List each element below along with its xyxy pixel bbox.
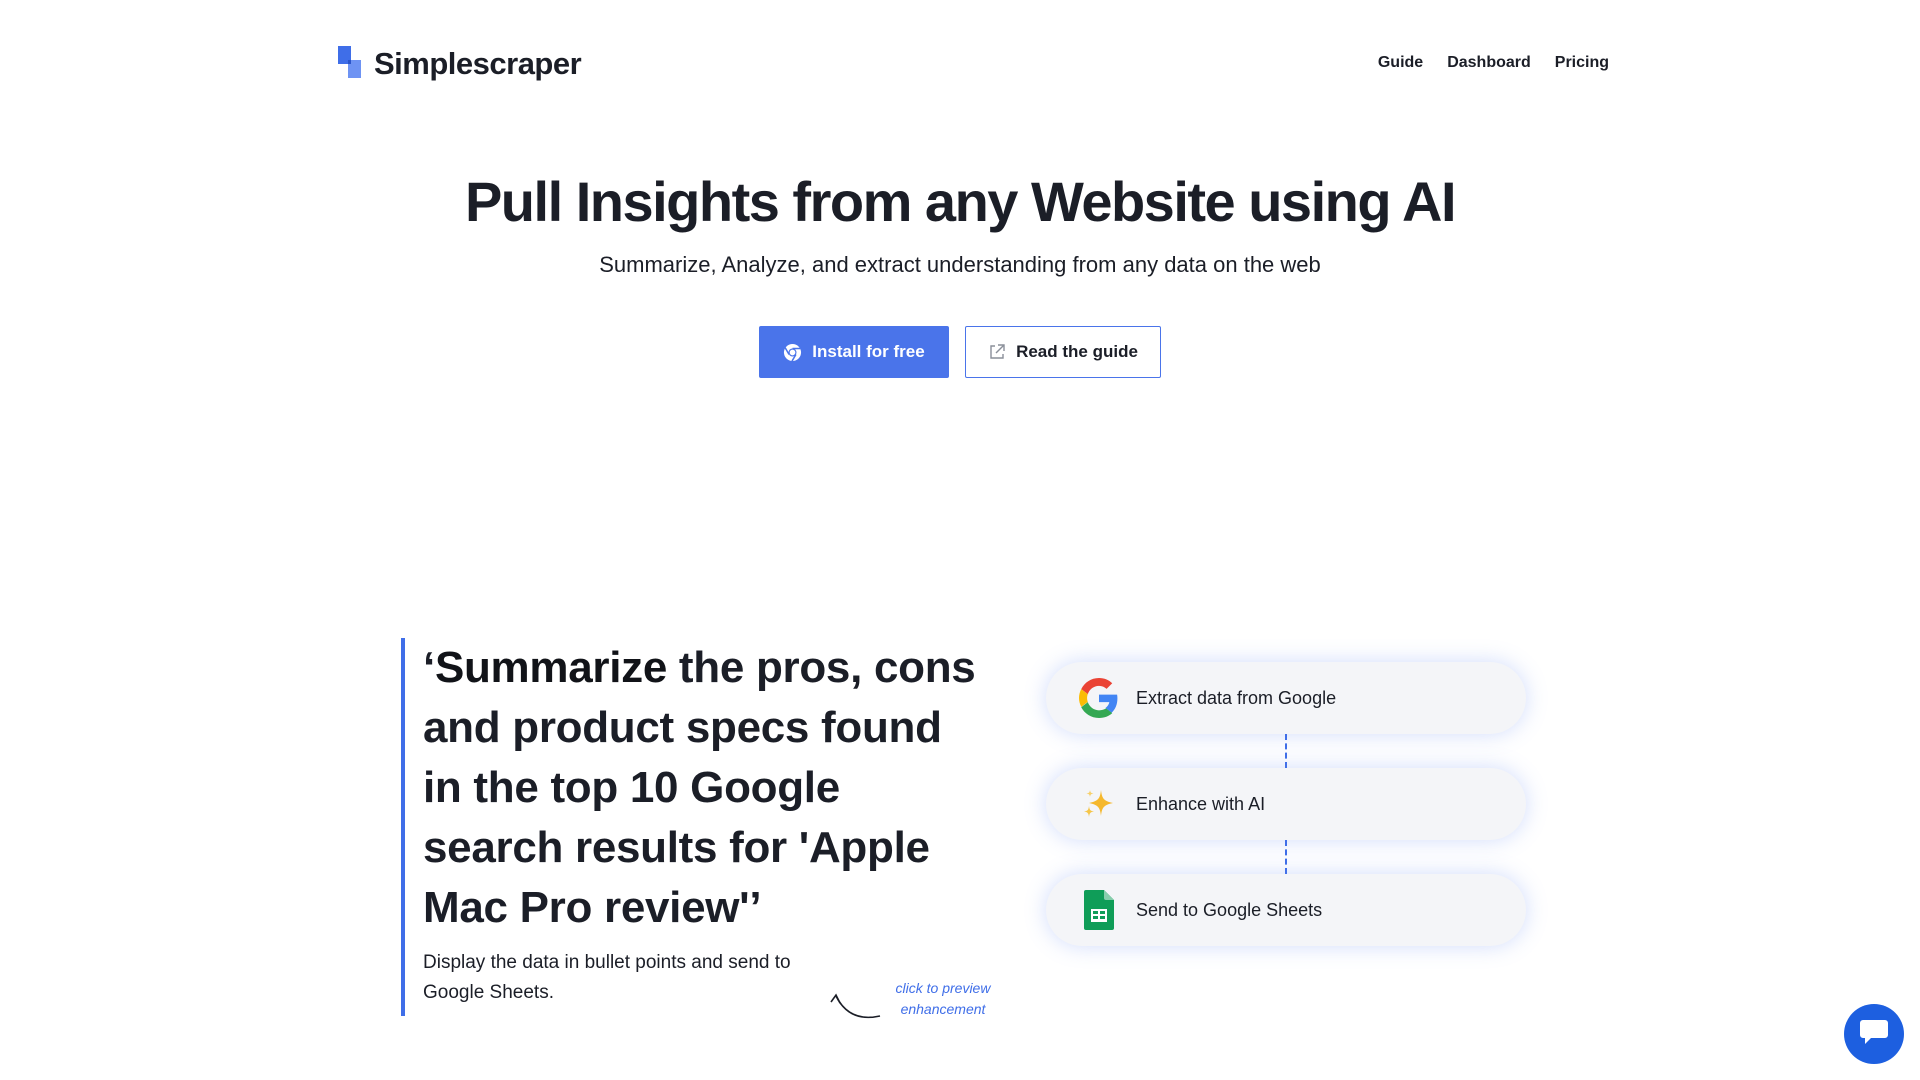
flow-step-sheets[interactable]: Send to Google Sheets [1046,874,1526,946]
flow-connector [1285,840,1287,874]
chat-icon [1859,1018,1889,1051]
flow-step-label: Enhance with AI [1136,793,1266,814]
hero-buttons: Install for free Read the guide [0,326,1920,378]
main-nav: Guide Dashboard Pricing [1378,54,1609,72]
flow-connector [1285,734,1287,768]
chat-widget-button[interactable] [1844,1004,1904,1064]
read-guide-button[interactable]: Read the guide [965,326,1161,378]
quote-close-mark: ’ [749,883,762,932]
external-link-icon [988,343,1006,361]
site-header: Simplescraper Guide Dashboard Pricing [0,0,1920,130]
flow-step-label: Send to Google Sheets [1136,899,1323,920]
hero-section: Pull Insights from any Website using AI … [0,160,1920,378]
logo-icon [338,46,364,82]
preview-hint: click to preview enhancement [828,978,998,1034]
logo-link[interactable]: Simplescraper [338,46,582,82]
install-button-label: Install for free [812,342,925,361]
nav-pricing[interactable]: Pricing [1555,54,1609,72]
quote-keyword: Summarize [434,643,667,692]
prompt-quote: ‘Summarize the pros, cons and product sp… [423,638,983,938]
hint-text: click to preview enhancement [895,980,991,1017]
nav-guide[interactable]: Guide [1378,54,1423,72]
prompt-description: Display the data in bullet points and se… [423,952,791,1003]
install-button[interactable]: Install for free [759,326,949,378]
sparkles-icon [1078,783,1120,825]
workflow-diagram: Extract data from Google Enhance with AI [1046,662,1526,952]
hero-title: Pull Insights from any Website using AI [464,170,1457,233]
prompt-quote-block: ‘Summarize the pros, cons and product sp… [401,638,1001,1016]
flow-step-extract[interactable]: Extract data from Google [1046,662,1526,734]
google-sheets-icon [1078,889,1120,931]
quote-open-mark: ‘ [423,643,435,692]
google-icon [1078,677,1120,719]
chrome-icon [783,343,802,362]
logo-text: Simplescraper [374,46,582,81]
nav-dashboard[interactable]: Dashboard [1447,54,1531,72]
curved-arrow-icon [830,993,881,1019]
read-guide-button-label: Read the guide [1016,342,1138,361]
hero-subtitle: Summarize, Analyze, and extract understa… [599,252,1321,277]
flow-step-enhance[interactable]: Enhance with AI [1046,768,1526,840]
flow-step-label: Extract data from Google [1136,687,1337,708]
